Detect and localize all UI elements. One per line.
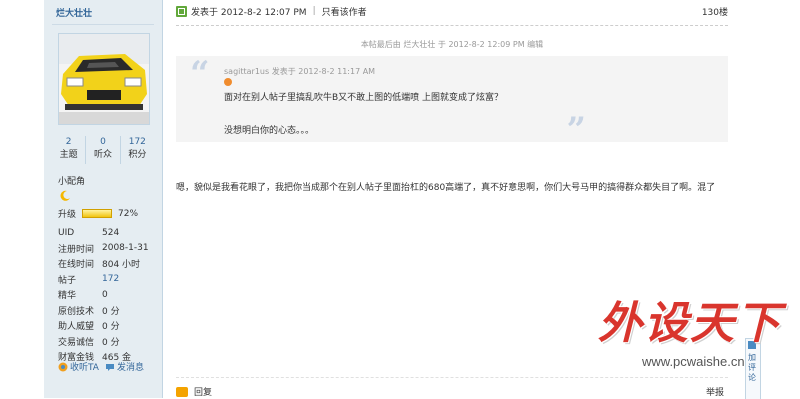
post-footer: 回复 举报 <box>176 385 728 398</box>
upgrade-progress: 升级 72% <box>58 207 139 221</box>
info-row-uid: UID 524 <box>58 225 158 241</box>
quote-block: “ sagittar1us 发表于 2012-8-2 11:17 AM 面对在别… <box>176 54 728 147</box>
reply-icon <box>176 386 188 397</box>
avatar-car-image <box>59 34 149 124</box>
reply-button[interactable]: 回复 <box>194 385 212 398</box>
message-icon <box>105 363 114 371</box>
info-key: 精华 <box>58 291 77 302</box>
post-timestamp: 发表于 2012-8-2 12:07 PM <box>191 7 307 18</box>
stat-value: 172 <box>128 137 146 147</box>
post-body: 嗯，貌似是我看花眼了，我把你当成那个在别人帖子里面抬杠的680高端了，真不好意思… <box>176 183 716 193</box>
floor-number[interactable]: 130楼 <box>702 5 728 18</box>
user-rank[interactable]: 小配角 <box>58 174 85 187</box>
message-link[interactable]: 发消息 <box>105 360 144 373</box>
info-row-posts: 帖子 172 <box>58 272 158 288</box>
quote-text-line: 没想明白你的心态。。。 <box>224 126 315 136</box>
upgrade-percent: 72% <box>118 208 139 219</box>
info-value: 2008-1-31 <box>102 243 149 254</box>
upgrade-label: 升级 <box>58 210 77 220</box>
info-value-posts-link[interactable]: 172 <box>102 274 119 284</box>
follow-link[interactable]: 收听TA <box>58 360 99 373</box>
follow-icon <box>58 362 68 371</box>
info-row-online: 在线时间 804 小时 <box>58 256 158 272</box>
info-row-register: 注册时间 2008-1-31 <box>58 241 158 257</box>
avatar[interactable] <box>58 33 150 125</box>
watermark-logo-text: 外设天下 <box>598 298 782 349</box>
quote-close-icon: ” <box>566 110 586 150</box>
info-value: 0 分 <box>102 306 120 317</box>
info-key: 注册时间 <box>58 244 95 255</box>
stat-value: 2 <box>65 137 72 147</box>
only-author-link[interactable]: 只看该作者 <box>322 5 367 18</box>
upgrade-progress-bar <box>82 209 113 218</box>
info-value: 0 分 <box>102 322 120 333</box>
stat-followers[interactable]: 0 听众 <box>86 136 121 164</box>
post-header: 发表于 2012-8-2 12:07 PM | 只看该作者 130楼 <box>176 2 728 20</box>
quote-open-icon: “ <box>190 54 210 94</box>
quote-meta: sagittar1us 发表于 2012-8-2 11:17 AM <box>224 67 376 76</box>
info-row-tech: 原创技术 0 分 <box>58 303 158 319</box>
info-row-trade: 交易诚信 0 分 <box>58 334 158 350</box>
info-row-prestige: 助人威望 0 分 <box>58 318 158 334</box>
author-username[interactable]: 烂大壮壮 <box>56 6 92 19</box>
info-value: 524 <box>102 227 120 238</box>
message-label: 发消息 <box>116 363 144 373</box>
quote-text-line: 面对在别人帖子里搞乱吹牛B又不敢上图的低端喷 上图就变成了炫富？ <box>224 93 504 103</box>
edit-note: 本帖最后由 烂大壮壮 于 2012-8-2 12:09 PM 编辑 <box>360 40 544 49</box>
info-key: 原创技术 <box>58 306 95 317</box>
info-key: 帖子 <box>58 275 77 286</box>
online-status-icon <box>176 5 187 17</box>
stat-label: 积分 <box>128 150 147 160</box>
info-value: 804 小时 <box>102 260 141 271</box>
info-key: 助人威望 <box>58 322 95 333</box>
author-stats: 2 主题 0 听众 172 积分 <box>52 136 154 164</box>
quote-jump-icon[interactable] <box>224 78 232 86</box>
info-value: 0 分 <box>102 337 120 348</box>
follow-label: 收听TA <box>70 363 99 373</box>
info-key: 在线时间 <box>58 260 95 271</box>
divider <box>52 24 154 25</box>
info-key: 交易诚信 <box>58 337 95 348</box>
header-divider <box>176 25 728 26</box>
author-profile-panel: 烂大壮壮 2 主题 0 听众 172 积分 小配角 升级 72% UID 524… <box>44 0 163 398</box>
site-watermark: 外设天下 www.pcwaishe.cn <box>598 300 782 378</box>
watermark-url: www.pcwaishe.cn <box>642 354 745 369</box>
info-value: 0 <box>102 289 108 300</box>
author-actions: 收听TA 发消息 <box>58 360 144 373</box>
report-link[interactable]: 举报 <box>706 385 724 398</box>
separator: | <box>312 6 316 16</box>
stat-label: 听众 <box>93 150 112 160</box>
stat-label: 主题 <box>59 150 78 160</box>
info-row-digest: 精华 0 <box>58 287 158 303</box>
author-info-list: UID 524 注册时间 2008-1-31 在线时间 804 小时 帖子 17… <box>58 225 158 365</box>
stat-value: 0 <box>100 137 106 147</box>
moon-icon <box>60 190 70 201</box>
info-key: UID <box>58 227 75 238</box>
stat-points[interactable]: 172 积分 <box>121 136 154 164</box>
stat-topics[interactable]: 2 主题 <box>52 136 87 164</box>
